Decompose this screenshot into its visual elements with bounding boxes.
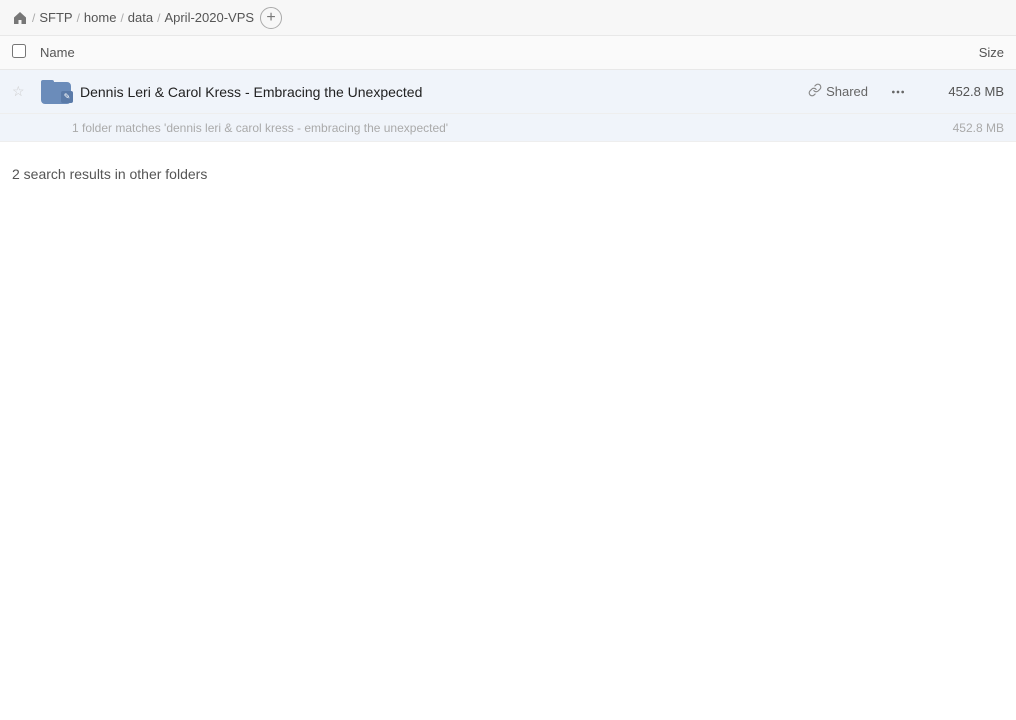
header-checkbox-col [12, 44, 40, 61]
file-name: Dennis Leri & Carol Kress - Embracing th… [80, 84, 808, 100]
header-size-label: Size [914, 45, 1004, 60]
breadcrumb-home-icon[interactable] [12, 10, 28, 26]
breadcrumb-item-april-2020-vps[interactable]: April-2020-VPS [164, 10, 254, 25]
breadcrumb-sep-1: / [32, 11, 35, 25]
folder-icon-wrap: ✎ [40, 76, 72, 108]
star-icon[interactable]: ☆ [12, 83, 32, 100]
link-icon [808, 83, 822, 100]
breadcrumb: / SFTP / home / data / April-2020-VPS + [0, 0, 1016, 36]
other-results-section: 2 search results in other folders [0, 142, 1016, 190]
add-tab-button[interactable]: + [260, 7, 282, 29]
breadcrumb-sep-3: / [120, 11, 123, 25]
pencil-badge: ✎ [61, 91, 73, 103]
sub-info-row: 1 folder matches 'dennis leri & carol kr… [0, 114, 1016, 142]
breadcrumb-sep-2: / [77, 11, 80, 25]
folder-icon: ✎ [41, 80, 71, 104]
header-name-label: Name [40, 45, 914, 60]
more-options-button[interactable] [884, 78, 912, 106]
breadcrumb-item-sftp[interactable]: SFTP [39, 10, 72, 25]
breadcrumb-item-data[interactable]: data [128, 10, 153, 25]
sub-info-text: 1 folder matches 'dennis leri & carol kr… [72, 121, 924, 135]
row-checkbox-col: ☆ [12, 83, 40, 100]
breadcrumb-sep-4: / [157, 11, 160, 25]
other-results-label: 2 search results in other folders [12, 166, 207, 182]
sub-info-size: 452.8 MB [924, 121, 1004, 135]
table-row[interactable]: ☆ ✎ Dennis Leri & Carol Kress - Embracin… [0, 70, 1016, 114]
breadcrumb-item-home[interactable]: home [84, 10, 117, 25]
table-header: Name Size [0, 36, 1016, 70]
shared-label: Shared [826, 84, 868, 99]
select-all-checkbox[interactable] [12, 44, 26, 58]
file-size: 452.8 MB [924, 84, 1004, 99]
folder-body: ✎ [41, 82, 71, 104]
shared-badge: Shared [808, 83, 868, 100]
